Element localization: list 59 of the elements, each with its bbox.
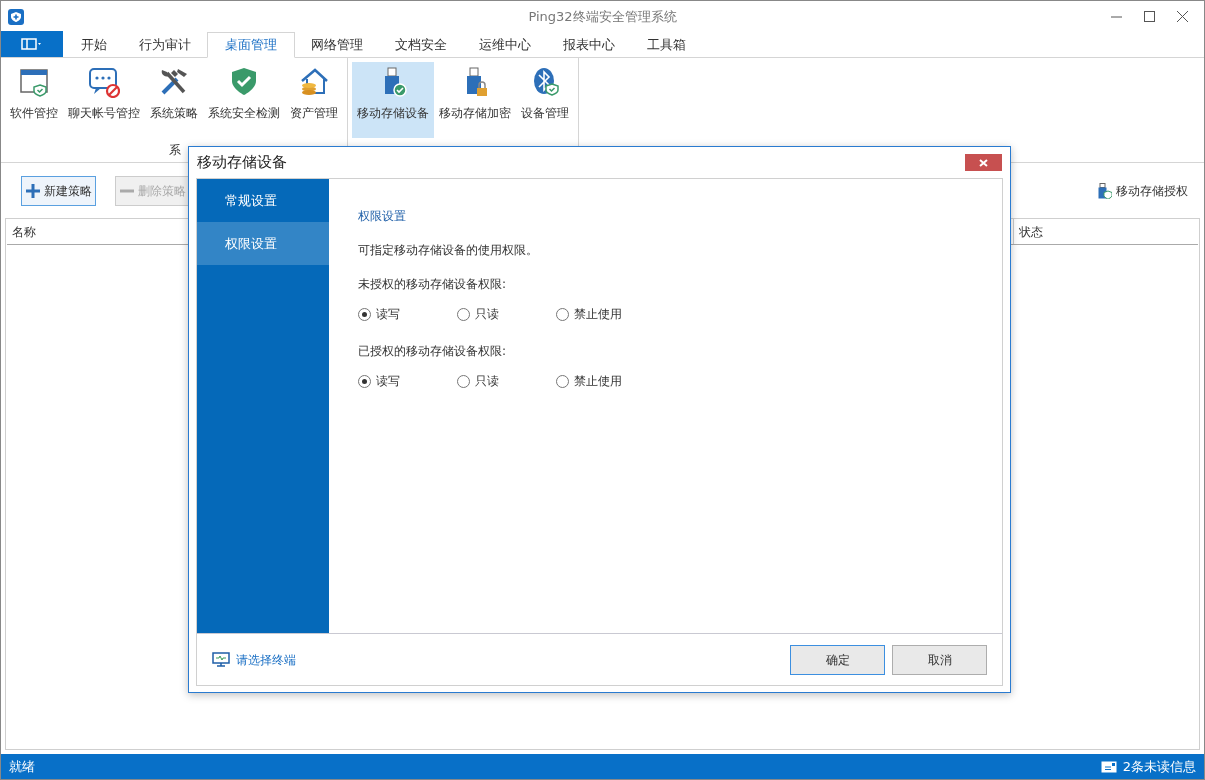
description-text: 可指定移动存储设备的使用权限。 (358, 242, 539, 259)
radio-option[interactable]: 只读 (457, 305, 556, 323)
maximize-icon[interactable] (1144, 11, 1155, 22)
ribbon-tab[interactable]: 运维中心 (463, 32, 547, 57)
ribbon-tab[interactable]: 工具箱 (631, 32, 702, 57)
status-text: 就绪 (9, 757, 35, 776)
toolbar-button[interactable]: 新建策略 (21, 175, 96, 206)
book-icon (21, 38, 43, 50)
radio-button[interactable] (358, 374, 371, 388)
ribbon-tab[interactable]: 文档安全 (379, 32, 463, 57)
app-logo-icon (8, 8, 24, 25)
radio-button[interactable] (556, 307, 569, 321)
dialog-button[interactable]: 确定 (790, 644, 885, 675)
close-icon (979, 158, 988, 167)
group-label: 未授权的移动存储设备权限: (358, 276, 508, 293)
select-terminal-link[interactable]: 请选择终端 (236, 650, 296, 669)
envelope-icon[interactable] (1100, 760, 1117, 773)
plus-icon (25, 182, 41, 199)
monitor-icon (212, 651, 230, 668)
nav-item[interactable]: 权限设置 (197, 222, 329, 265)
nav-item[interactable]: 常规设置 (197, 179, 329, 222)
column-header[interactable]: 状态 (1013, 219, 1198, 244)
radio-option[interactable]: 禁止使用 (556, 372, 655, 390)
section-heading: 权限设置 (358, 208, 407, 225)
radio-option[interactable]: 只读 (457, 372, 556, 390)
ribbon-button[interactable]: 资产管理 (285, 62, 343, 138)
ribbon-button[interactable]: 软件管控 (5, 62, 63, 138)
radio-option[interactable]: 读写 (358, 372, 457, 390)
unread-messages-link[interactable]: 2条未读信息 (1122, 756, 1196, 777)
ribbon-button[interactable]: 设备管理 (516, 62, 574, 138)
ribbon-button[interactable]: 系统策略 (145, 62, 203, 138)
app-menu-button[interactable] (1, 31, 63, 57)
ribbon-button[interactable]: 移动存储加密 (434, 62, 516, 138)
radio-button[interactable] (556, 374, 569, 388)
group-label: 已授权的移动存储设备权限: (358, 343, 508, 360)
group-label: 系 (168, 142, 182, 159)
radio-button[interactable] (457, 307, 470, 321)
radio-option[interactable]: 读写 (358, 305, 457, 323)
ribbon-button[interactable]: 聊天帐号管控 (63, 62, 145, 138)
close-button[interactable] (965, 154, 1002, 171)
usb-shield-icon (1098, 182, 1112, 199)
dialog-button[interactable]: 取消 (892, 644, 987, 675)
ribbon-tab[interactable]: 行为审计 (123, 32, 207, 57)
ribbon-tab[interactable]: 报表中心 (547, 32, 631, 57)
ribbon-button[interactable]: 移动存储设备 (352, 62, 434, 138)
dialog-title: 移动存储设备 (197, 152, 287, 174)
close-icon[interactable] (1177, 11, 1188, 22)
ribbon-tab[interactable]: 桌面管理 (207, 32, 295, 58)
chat-block-icon (88, 66, 120, 98)
radio-option[interactable]: 禁止使用 (556, 305, 655, 323)
window-shield-icon (18, 66, 50, 98)
ribbon-tab[interactable]: 开始 (65, 32, 123, 57)
window-title: Ping32终端安全管理系统 (528, 7, 677, 26)
ribbon-tab[interactable]: 网络管理 (295, 32, 379, 57)
radio-button[interactable] (457, 374, 470, 388)
radio-button[interactable] (358, 307, 371, 321)
ribbon-button[interactable]: 系统安全检测 (203, 62, 285, 138)
authorize-link[interactable]: 移动存储授权 (1116, 181, 1188, 200)
minus-icon (119, 188, 135, 193)
